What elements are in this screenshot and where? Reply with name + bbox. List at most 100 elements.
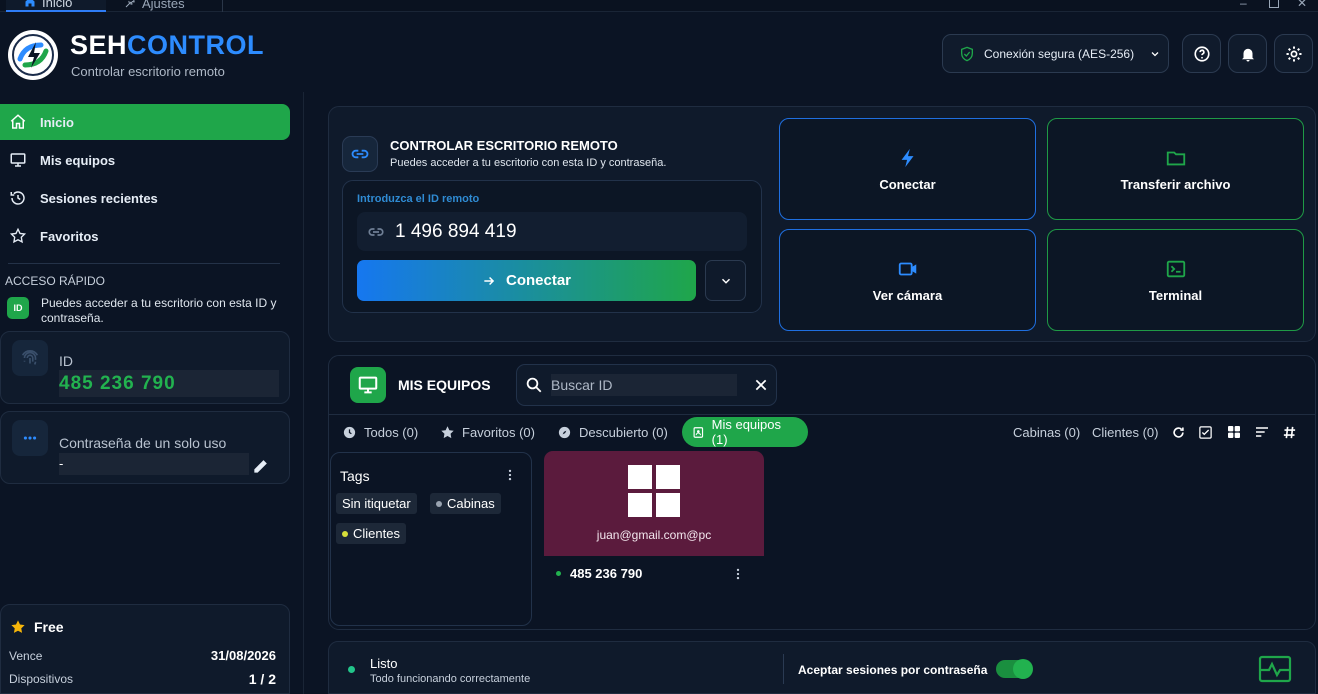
password-value[interactable]: - xyxy=(59,453,249,475)
password-sessions-toggle[interactable] xyxy=(996,659,1033,679)
plan-devices-value: 1 / 2 xyxy=(248,671,276,687)
activity-icon xyxy=(1258,655,1292,683)
my-id-card: ID 485 236 790 xyxy=(0,331,290,404)
close-icon[interactable] xyxy=(753,377,769,393)
shield-check-icon xyxy=(961,46,973,61)
remote-title: CONTROLAR ESCRITORIO REMOTO xyxy=(390,138,618,153)
hash-icon xyxy=(1283,426,1296,438)
remote-subtitle: Puedes acceder a tu escritorio con esta … xyxy=(390,157,667,169)
sidebar-item-sesiones-recientes[interactable]: Sesiones recientes xyxy=(0,180,290,216)
app-header: SEHCONTROL Controlar escritorio remoto C… xyxy=(0,12,1318,92)
compass-icon xyxy=(558,426,571,438)
tag-clientes[interactable]: Clientes xyxy=(336,523,406,544)
chevron-down-icon xyxy=(721,278,730,284)
connect-options-dropdown[interactable] xyxy=(705,260,746,301)
grid-icon xyxy=(1228,426,1240,438)
tag-label: Clientes xyxy=(353,526,400,541)
sidebar: Inicio Mis equipos Sesiones recientes Fa… xyxy=(0,92,304,694)
sidebar-item-favoritos[interactable]: Favoritos xyxy=(0,218,290,254)
tag-label: Cabinas xyxy=(447,496,495,511)
settings-button[interactable] xyxy=(1274,34,1313,73)
view-camera-button[interactable]: Ver cámara xyxy=(779,229,1036,331)
filter-tab-todos[interactable]: Todos (0) xyxy=(342,417,418,447)
id-label: ID xyxy=(59,353,73,369)
device-card[interactable]: juan@gmail.com@pc xyxy=(544,451,764,556)
refresh-icon xyxy=(1173,426,1184,438)
remote-id-input[interactable]: 1 496 894 419 xyxy=(357,212,747,251)
device-filter-bar: Todos (0) Favoritos (0) Descubierto (0) … xyxy=(329,414,1315,448)
pencil-icon xyxy=(254,460,267,473)
status-title: Listo xyxy=(370,656,398,671)
device-id: 485 236 790 xyxy=(570,566,643,581)
notifications-button[interactable] xyxy=(1228,34,1267,73)
status-dot xyxy=(348,666,355,673)
my-id-value[interactable]: 485 236 790 xyxy=(59,370,279,397)
filter-cabinas[interactable]: Cabinas (0) xyxy=(1013,415,1080,449)
devices-title: MIS EQUIPOS xyxy=(398,377,491,393)
filter-tab-mis-equipos[interactable]: Mis equipos (1) xyxy=(682,417,808,447)
tag-cabinas[interactable]: Cabinas xyxy=(430,493,501,514)
window-tab-bar: Inicio Ajustes – ✕ xyxy=(0,0,1318,12)
security-label: Conexión segura (AES-256) xyxy=(984,46,1135,61)
help-button[interactable] xyxy=(1182,34,1221,73)
link-icon xyxy=(368,227,384,236)
password-dots-icon xyxy=(23,436,37,440)
quick-access-title: ACCESO RÁPIDO xyxy=(5,274,106,288)
filter-tab-favoritos[interactable]: Favoritos (0) xyxy=(440,417,535,447)
security-dropdown[interactable]: Conexión segura (AES-256) xyxy=(942,34,1169,73)
quick-connect-button[interactable]: Conectar xyxy=(779,118,1036,220)
sidebar-item-label: Favoritos xyxy=(40,228,99,244)
plan-devices-label: Dispositivos xyxy=(9,672,74,686)
window-tab-ajustes[interactable]: Ajustes xyxy=(118,0,185,12)
sidebar-item-inicio[interactable]: Inicio xyxy=(0,104,290,140)
transfer-file-button[interactable]: Transferir archivo xyxy=(1047,118,1304,220)
search-icon xyxy=(526,377,542,393)
fingerprint-icon-box xyxy=(12,340,48,376)
brand-name: SEHCONTROL xyxy=(70,30,264,61)
search-input[interactable] xyxy=(551,374,737,396)
tags-menu-button[interactable] xyxy=(503,467,517,483)
minimize-icon[interactable]: – xyxy=(1240,0,1247,10)
wrench-icon xyxy=(125,0,135,8)
id-view-button[interactable] xyxy=(1282,415,1297,449)
search-box xyxy=(516,364,777,406)
terminal-icon xyxy=(1166,260,1185,277)
window-tab-inicio[interactable]: Inicio xyxy=(6,0,106,12)
home-icon xyxy=(10,114,26,129)
password-icon-box xyxy=(12,420,48,456)
edit-password-button[interactable] xyxy=(251,456,271,476)
filter-clientes[interactable]: Clientes (0) xyxy=(1092,415,1158,449)
link-icon xyxy=(351,149,369,159)
tab-divider xyxy=(222,0,223,12)
tags-title: Tags xyxy=(340,468,370,484)
refresh-button[interactable] xyxy=(1171,415,1186,449)
sort-button[interactable] xyxy=(1254,415,1270,449)
quick-action-label: Terminal xyxy=(1148,287,1203,303)
quick-action-label: Conectar xyxy=(879,176,936,192)
select-mode-button[interactable] xyxy=(1198,415,1213,449)
tag-color-dot xyxy=(436,500,442,507)
grid-view-button[interactable] xyxy=(1226,415,1242,449)
sort-icon xyxy=(1256,427,1268,437)
terminal-button[interactable]: Terminal xyxy=(1047,229,1304,331)
tag-sin-etiquetar[interactable]: Sin itiquetar xyxy=(336,493,417,514)
sidebar-item-label: Sesiones recientes xyxy=(40,190,158,206)
checkbox-icon xyxy=(1199,425,1212,439)
remote-id-value: 1 496 894 419 xyxy=(395,220,517,242)
quick-access-text: Puedes acceder a tu escritorio con esta … xyxy=(41,296,277,325)
device-menu-button[interactable] xyxy=(731,566,745,582)
maximize-icon[interactable] xyxy=(1269,0,1279,8)
id-badge: ID xyxy=(7,297,29,319)
bell-icon xyxy=(1241,48,1254,61)
sidebar-item-mis-equipos[interactable]: Mis equipos xyxy=(0,142,290,178)
close-icon[interactable]: ✕ xyxy=(1297,0,1307,10)
monitor-icon xyxy=(358,376,378,394)
activity-monitor-button[interactable] xyxy=(1258,655,1292,683)
sidebar-item-label: Mis equipos xyxy=(40,152,116,168)
contact-icon xyxy=(693,426,704,438)
window-tab-label: Ajustes xyxy=(142,0,185,11)
one-time-password-card: Contraseña de un solo uso - xyxy=(0,411,290,484)
filter-tab-descubierto[interactable]: Descubierto (0) xyxy=(557,417,668,447)
connect-button[interactable]: Conectar xyxy=(357,260,696,301)
lightning-icon xyxy=(901,148,913,167)
